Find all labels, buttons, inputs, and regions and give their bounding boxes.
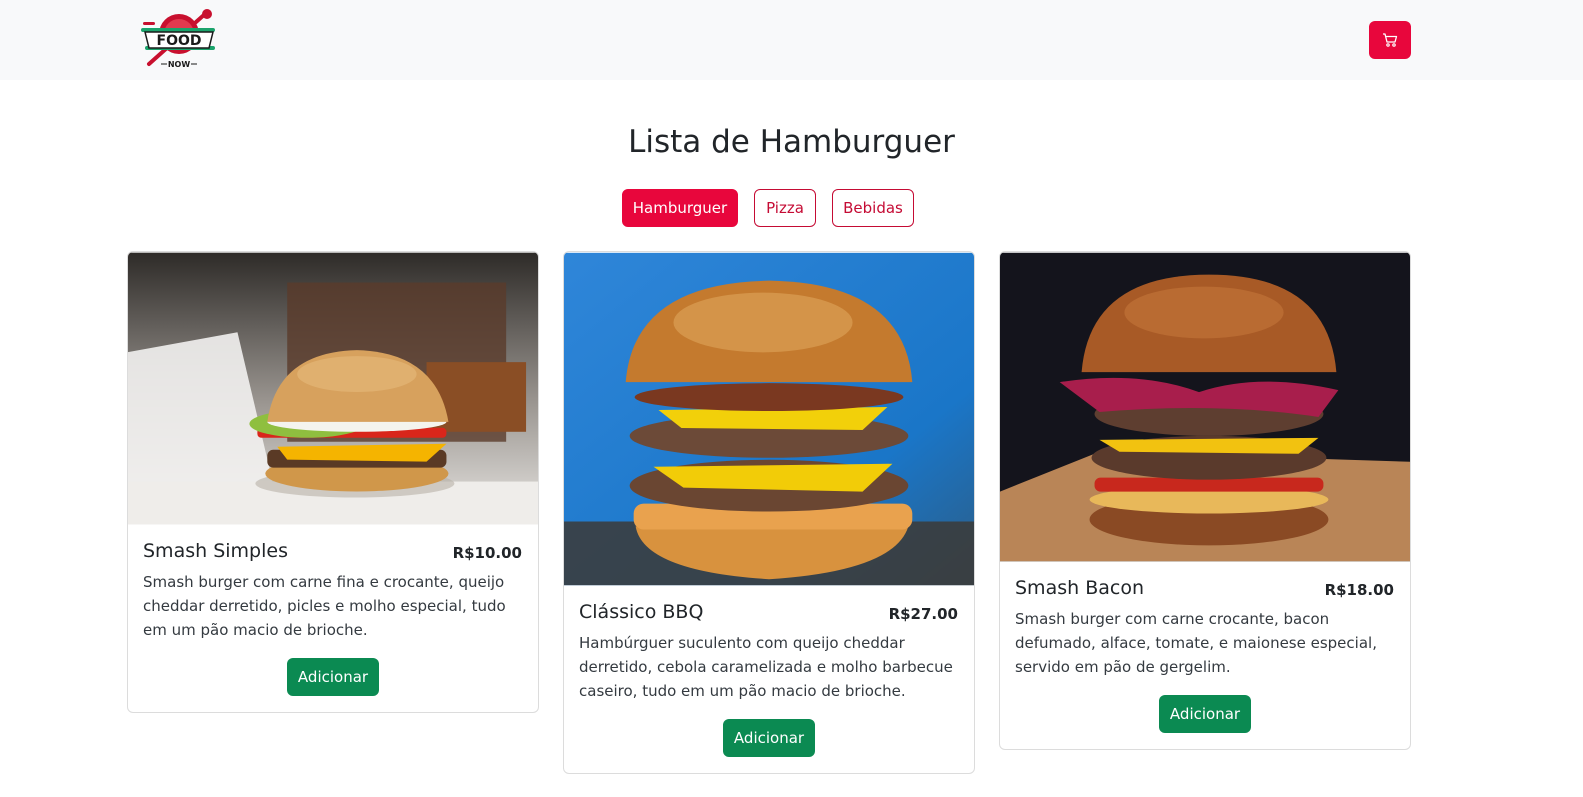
product-card-smash-simples: Smash Simples R$10.00 Smash burger com c…	[127, 251, 539, 713]
product-image	[564, 252, 974, 586]
logo-text: FOOD	[157, 33, 202, 49]
category-hamburguer-button[interactable]: Hamburguer	[622, 189, 738, 227]
add-to-cart-button[interactable]: Adicionar	[723, 719, 815, 757]
page-title: Lista de Hamburguer	[628, 124, 955, 160]
navbar: FOOD NOW	[0, 0, 1583, 80]
cart-icon	[1383, 33, 1398, 47]
product-price: R$27.00	[888, 605, 958, 623]
product-description: Smash burger com carne crocante, bacon d…	[1015, 610, 1377, 676]
category-pizza-button[interactable]: Pizza	[754, 189, 816, 227]
product-description: Smash burger com carne fina e crocante, …	[143, 573, 506, 639]
add-to-cart-button[interactable]: Adicionar	[287, 658, 379, 696]
product-price: R$18.00	[1324, 581, 1394, 599]
food-now-logo-icon: FOOD NOW	[141, 9, 215, 69]
category-bebidas-button[interactable]: Bebidas	[832, 189, 914, 227]
cart-button[interactable]	[1369, 21, 1411, 59]
logo-subtext: NOW	[168, 60, 190, 69]
logo[interactable]: FOOD NOW	[139, 8, 219, 72]
product-card-smash-bacon: Smash Bacon R$18.00 Smash burger com car…	[999, 251, 1411, 750]
product-card-classico-bbq: Clássico BBQ R$27.00 Hambúrguer suculent…	[563, 251, 975, 774]
product-image	[1000, 252, 1410, 562]
product-price: R$10.00	[452, 544, 522, 562]
add-to-cart-button[interactable]: Adicionar	[1159, 695, 1251, 733]
product-description: Hambúrguer suculento com queijo cheddar …	[579, 634, 953, 700]
product-image	[128, 252, 538, 525]
